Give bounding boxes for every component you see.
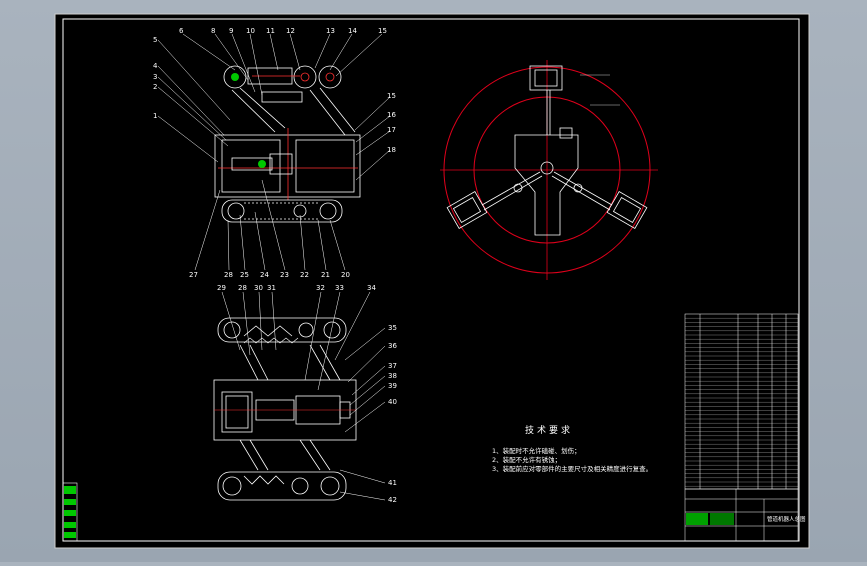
- tech-req-item-2: 2、装配不允许有锈蚀；: [492, 455, 561, 464]
- balloon-top-8: 15: [378, 27, 387, 35]
- balloon-right-1: 16: [387, 111, 396, 119]
- balloon-bottom-0: 27: [189, 271, 198, 279]
- drawing-sheet: [54, 13, 810, 549]
- balloon-right-3: 18: [387, 146, 396, 154]
- balloon-left-3: 2: [153, 83, 157, 91]
- tech-req-title: 技术要求: [525, 424, 573, 436]
- balloon-top-1: 8: [211, 27, 215, 35]
- balloon-left-0: 5: [153, 36, 157, 44]
- balloon-bottom-4: 23: [280, 271, 289, 279]
- balloon-bottom-5: 22: [300, 271, 309, 279]
- balloon-bottom-1: 28: [224, 271, 233, 279]
- balloon-top2-5: 33: [335, 284, 344, 292]
- balloon-left-1: 4: [153, 62, 158, 70]
- revision-stamp: [62, 482, 78, 542]
- balloon-rb-2: 37: [388, 362, 397, 370]
- balloon-top-2: 9: [229, 27, 233, 35]
- balloon-top2-3: 31: [267, 284, 276, 292]
- balloon-top2-4: 32: [316, 284, 325, 292]
- tech-req-item-1: 1、装配时不允许磕碰、划伤；: [492, 446, 581, 455]
- balloon-top-4: 11: [266, 27, 275, 35]
- balloon-rb-3: 38: [388, 372, 397, 380]
- tech-req-item-3: 3、装配前应对零部件的主要尺寸及相关精度进行复查。: [492, 464, 652, 473]
- balloon-rb-6: 41: [388, 479, 397, 487]
- balloon-top-5: 12: [286, 27, 295, 35]
- balloon-top2-0: 29: [217, 284, 226, 292]
- balloon-left-4: 1: [153, 112, 157, 120]
- balloon-rb-4: 39: [388, 382, 397, 390]
- balloon-top-0: 6: [179, 27, 184, 35]
- title-block-name: 管道机器人总图: [767, 515, 806, 523]
- balloon-rb-7: 42: [388, 496, 397, 504]
- balloon-rb-1: 36: [388, 342, 397, 350]
- balloon-top-6: 13: [326, 27, 335, 35]
- balloon-rb-0: 35: [388, 324, 397, 332]
- balloon-bottom-7: 20: [341, 271, 350, 279]
- drawing-canvas: 6 8 9 10 11 12 13 14 15 5 4 3 2 1 15 16 …: [54, 13, 810, 549]
- balloon-top2-6: 34: [367, 284, 376, 292]
- balloon-right-0: 15: [387, 92, 396, 100]
- cad-viewport: 6 8 9 10 11 12 13 14 15 5 4 3 2 1 15 16 …: [0, 0, 867, 562]
- balloon-top-7: 14: [348, 27, 357, 35]
- balloon-top-3: 10: [246, 27, 255, 35]
- balloon-bottom-3: 24: [260, 271, 269, 279]
- balloon-rb-5: 40: [388, 398, 397, 406]
- balloon-top2-2: 30: [254, 284, 263, 292]
- balloon-right-2: 17: [387, 126, 396, 134]
- balloon-bottom-6: 21: [321, 271, 330, 279]
- balloon-top2-1: 28: [238, 284, 247, 292]
- balloon-bottom-2: 25: [240, 271, 249, 279]
- balloon-left-2: 3: [153, 73, 157, 81]
